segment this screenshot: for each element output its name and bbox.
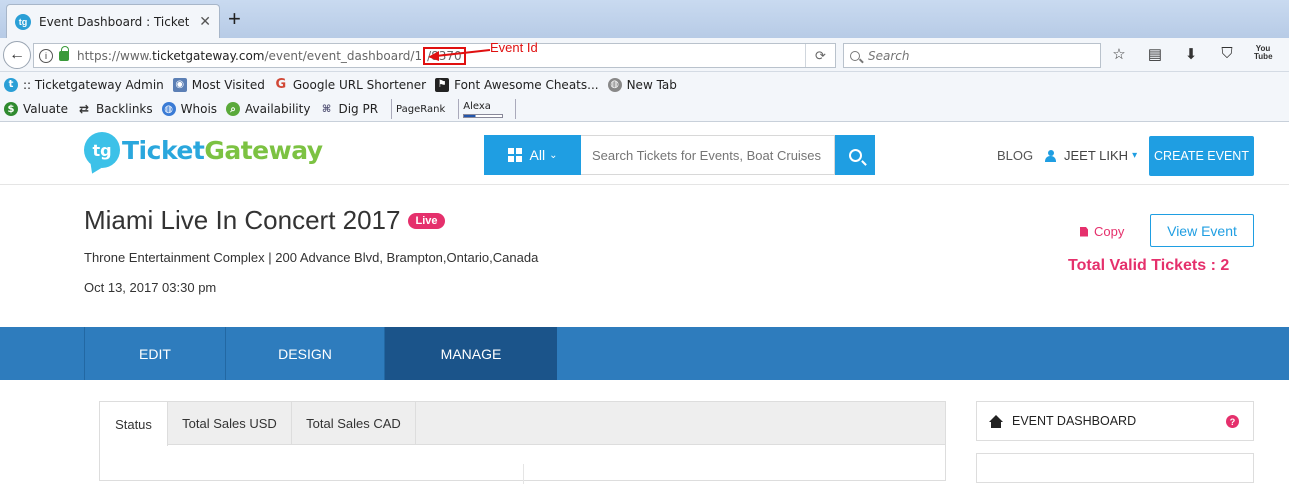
toolbar-whois[interactable]: ◍ Whois (161, 102, 217, 116)
event-title: Miami Live In Concert 2017 (84, 205, 401, 235)
total-valid-tickets: Total Valid Tickets : 2 (1068, 257, 1230, 274)
event-nav-band: EDIT DESIGN MANAGE (0, 327, 1289, 380)
toolbar-backlinks[interactable]: ⇄ Backlinks (77, 102, 153, 116)
ticketgateway-favicon-icon: tg (15, 13, 31, 30)
most-visited-icon: ◉ (172, 77, 187, 92)
tab-title: Event Dashboard : Ticketgateway (39, 14, 189, 29)
toolbar-icons: ☆ ▤ ⬇ ⛉ You Tube (1110, 45, 1273, 64)
google-icon: G (275, 77, 287, 92)
ticketgateway-icon: t (4, 77, 18, 92)
stats-tabs: Status Total Sales USD Total Sales CAD (100, 402, 945, 446)
arrows-icon: ⇄ (78, 102, 90, 116)
browser-search-box[interactable] (843, 43, 1101, 68)
browser-navbar: ← i https://www.ticketgateway.com/event/… (0, 38, 1289, 72)
bookmark-google-url-shortener[interactable]: G Google URL Shortener (274, 77, 427, 92)
search-icon: ⌕ (226, 102, 241, 116)
toolbar-pagerank[interactable]: PageRank (396, 104, 445, 115)
flag-icon: ⚑ (435, 77, 450, 92)
globe-icon: ◍ (161, 102, 176, 116)
annotation-label: Event Id (490, 40, 538, 55)
event-dashboard-panel[interactable]: EVENT DASHBOARD ? (976, 401, 1254, 441)
blog-link[interactable]: BLOG (997, 148, 1033, 163)
grid-icon (507, 148, 522, 162)
pocket-icon[interactable]: ⛉ (1218, 45, 1236, 63)
reading-list-icon[interactable]: ▤ (1146, 45, 1164, 63)
category-dropdown[interactable]: All ⌄ (484, 135, 581, 175)
bookmark-new-tab[interactable]: ◍ New Tab (607, 77, 677, 92)
browser-tabstrip: tg Event Dashboard : Ticketgateway ✕ + (0, 0, 1289, 38)
toolbar-divider (458, 99, 460, 119)
event-venue: Throne Entertainment Complex | 200 Advan… (84, 250, 539, 265)
user-icon (1045, 149, 1056, 162)
toolbar-availability[interactable]: ⌕ Availability (226, 102, 310, 116)
url-text[interactable]: https://www.ticketgateway.com/event/even… (77, 46, 466, 65)
site-search-bar: All ⌄ (484, 135, 875, 175)
view-event-button[interactable]: View Event (1150, 214, 1254, 247)
star-bookmark-icon[interactable]: ☆ (1110, 45, 1128, 63)
user-menu[interactable]: JEET LIKH ▾ (1045, 148, 1137, 163)
event-date: Oct 13, 2017 03:30 pm (84, 280, 217, 295)
create-event-button[interactable]: CREATE EVENT (1149, 136, 1254, 176)
search-icon (848, 148, 862, 162)
search-button[interactable] (835, 135, 875, 175)
panel-divider (523, 464, 524, 484)
toolbar-dig-pr[interactable]: ⌘ Dig PR (319, 102, 378, 116)
status-badge: Live (408, 212, 445, 229)
file-icon (1080, 226, 1088, 237)
toolbar-valuate[interactable]: $ Valuate (4, 102, 68, 116)
event-dashboard-label: EVENT DASHBOARD (1012, 414, 1137, 428)
browser-tab[interactable]: tg Event Dashboard : Ticketgateway ✕ (6, 4, 220, 38)
sidebar-next-item[interactable] (976, 453, 1254, 483)
toolbar-divider (515, 99, 517, 119)
toolbar-alexa[interactable]: Alexa (463, 101, 504, 118)
logo-text: TicketGateway (122, 135, 323, 165)
copy-button[interactable]: Copy (1080, 224, 1124, 239)
site-header: tg TicketGateway All ⌄ BLOG JEET LIKH ▾ … (0, 122, 1289, 185)
back-arrow-icon[interactable]: ← (3, 41, 31, 69)
tab-manage[interactable]: MANAGE (384, 327, 557, 380)
annotation-arrow (428, 49, 491, 61)
toolbar-divider (391, 99, 393, 119)
dollar-icon: $ (4, 102, 18, 116)
event-search-input[interactable] (581, 135, 835, 175)
seo-toolbar: $ Valuate ⇄ Backlinks ◍ Whois ⌕ Availability… (0, 97, 1289, 122)
tab-total-sales-cad[interactable]: Total Sales CAD (292, 402, 416, 445)
bookmark-most-visited[interactable]: ◉ Most Visited (172, 77, 265, 92)
bookmark-ticketgateway-admin[interactable]: t:: Ticketgateway Admin (4, 77, 164, 92)
bookmarks-toolbar: t:: Ticketgateway Admin ◉ Most Visited GG… (0, 72, 1289, 97)
home-icon (989, 414, 1003, 428)
tab-status[interactable]: Status (100, 402, 168, 446)
youtube-icon[interactable]: You Tube (1254, 45, 1273, 63)
new-tab-plus-icon[interactable]: + (228, 8, 241, 30)
tab-edit[interactable]: EDIT (84, 327, 225, 380)
lock-icon (59, 45, 69, 61)
event-title-row: Miami Live In Concert 2017 Live (84, 205, 445, 236)
info-icon[interactable]: i (39, 48, 53, 63)
download-icon[interactable]: ⬇ (1182, 45, 1200, 63)
search-icon (850, 50, 860, 61)
chevron-down-icon: ⌄ (549, 149, 558, 161)
tab-total-sales-usd[interactable]: Total Sales USD (168, 402, 292, 445)
browser-search-input[interactable] (868, 48, 1088, 63)
chevron-down-icon: ▾ (1132, 150, 1138, 161)
close-icon[interactable]: ✕ (199, 13, 211, 30)
alexa-rank-bar (463, 113, 504, 118)
site-logo[interactable]: tg TicketGateway (84, 132, 323, 168)
reload-icon[interactable]: ⟳ (805, 44, 835, 67)
tab-design[interactable]: DESIGN (225, 327, 384, 380)
stats-panel: Status Total Sales USD Total Sales CAD (99, 401, 946, 484)
bookmark-font-awesome[interactable]: ⚑ Font Awesome Cheats... (435, 77, 599, 92)
globe-icon: ◍ (607, 77, 622, 92)
network-icon: ⌘ (321, 103, 332, 115)
ticketgateway-logo-icon: tg (84, 132, 120, 168)
help-icon[interactable]: ? (1226, 415, 1239, 428)
